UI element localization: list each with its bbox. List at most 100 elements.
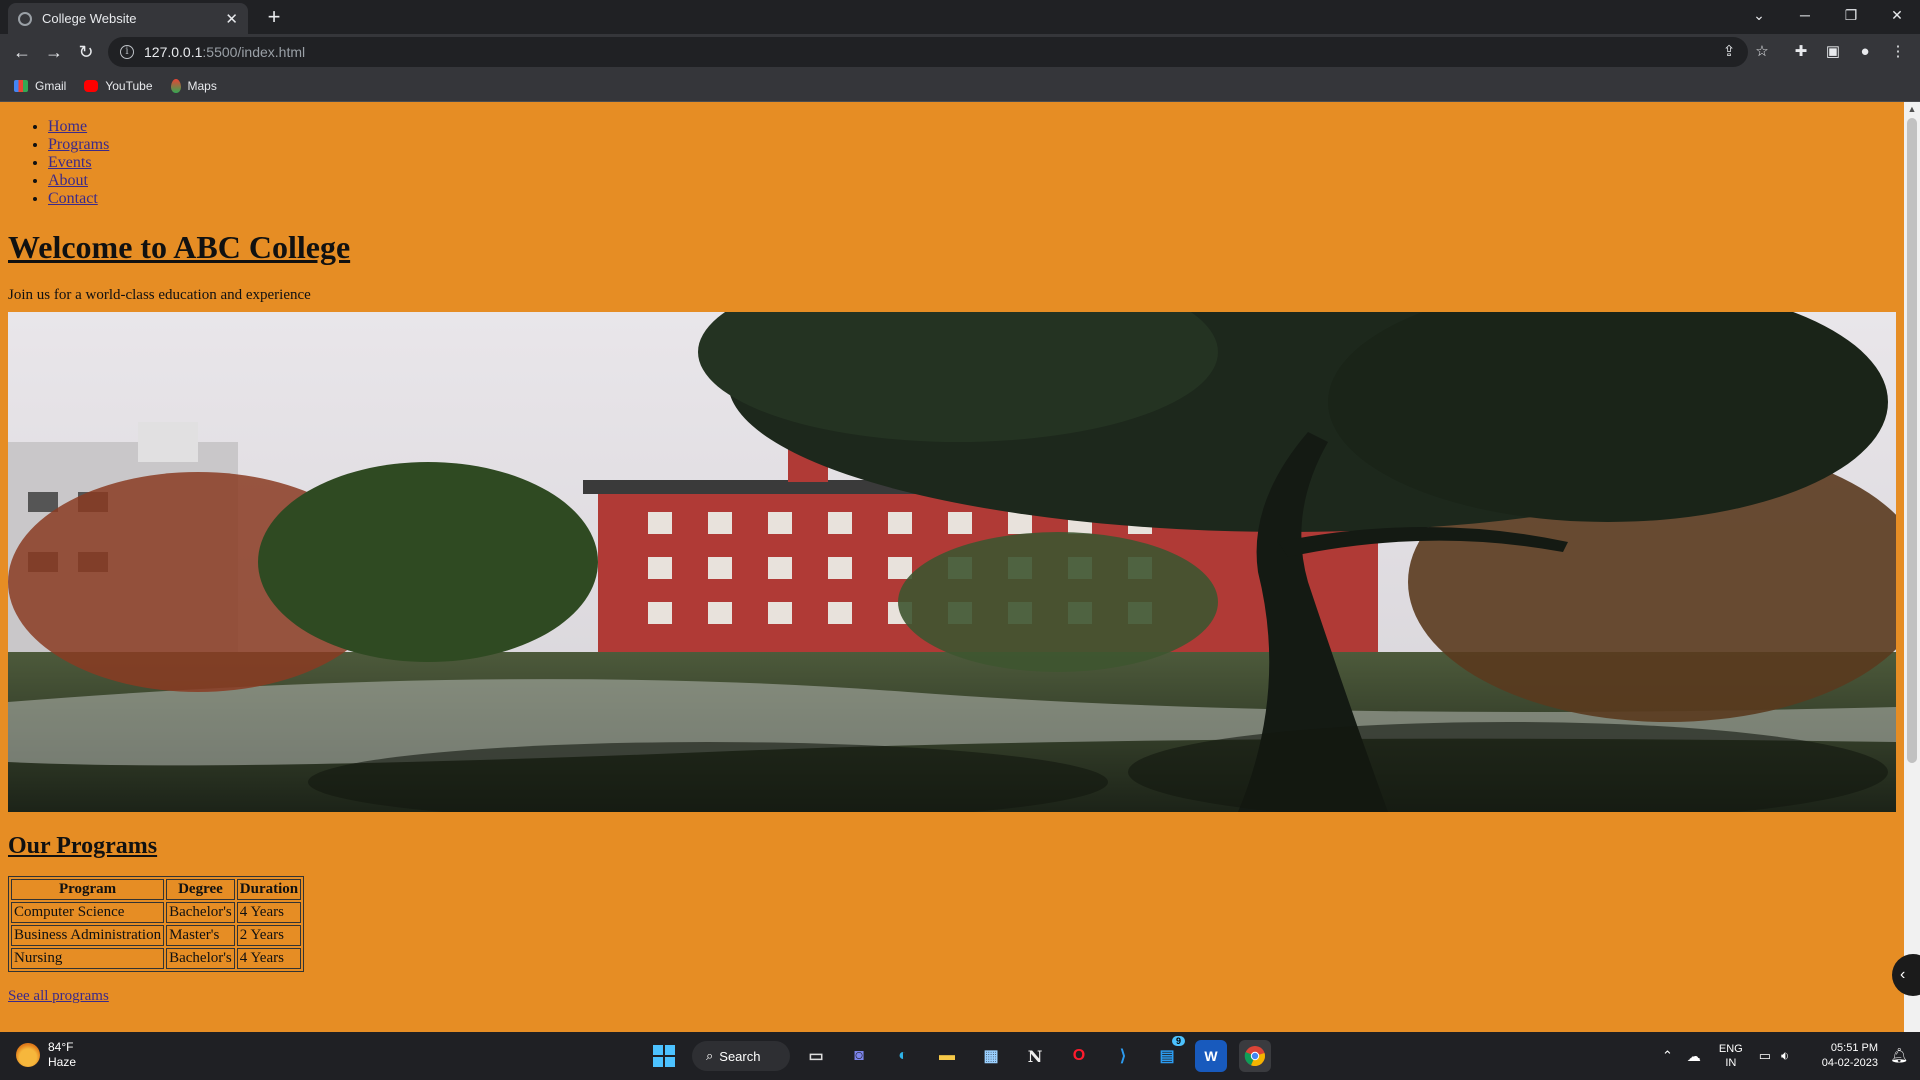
bookmark-star-icon[interactable]: ☆ — [1752, 42, 1772, 62]
bookmark-gmail[interactable]: Gmail — [14, 79, 66, 93]
nav-link-home[interactable]: Home — [48, 118, 87, 135]
new-tab-button[interactable]: + — [260, 4, 288, 30]
programs-table: Program Degree Duration Computer Science… — [8, 876, 305, 972]
haze-sun-icon — [16, 1043, 40, 1067]
browser-toolbar: ← → ↻ i 127.0.0.1:5500/index.html ⇪ ☆ ✚ … — [0, 34, 1920, 70]
nav-link-contact[interactable]: Contact — [48, 190, 98, 207]
lang-region: IN — [1725, 1057, 1737, 1069]
chrome-icon[interactable] — [1239, 1040, 1271, 1072]
back-button[interactable]: ← — [8, 40, 36, 64]
minimize-button[interactable]: ─ — [1782, 0, 1828, 30]
weather-widget[interactable]: 84°F Haze — [16, 1040, 76, 1070]
weather-text: 84°F Haze — [48, 1040, 76, 1070]
extensions-icon[interactable]: ✚ — [1791, 42, 1811, 62]
url-path: :5500/index.html — [202, 44, 306, 60]
weather-temp: 84°F — [48, 1040, 74, 1054]
forward-button[interactable]: → — [40, 40, 68, 64]
nav-link-about[interactable]: About — [48, 172, 88, 189]
teams-chat-icon[interactable]: ◙ — [843, 1040, 875, 1072]
notifications-bell-icon[interactable]: 🔔︎ — [1890, 1047, 1908, 1064]
table-cell: Nursing — [11, 948, 165, 969]
search-label: Search — [719, 1048, 761, 1064]
hero-subtitle: Join us for a world-class education and … — [8, 287, 311, 303]
bookmark-youtube[interactable]: YouTube — [84, 78, 153, 93]
globe-icon — [18, 11, 32, 26]
volume-icon[interactable]: 🔉︎ — [1781, 1048, 1789, 1064]
store-icon[interactable]: ▦ — [975, 1040, 1007, 1072]
page-viewport: Home Programs Events About Contact Welco… — [0, 102, 1920, 1032]
floating-chevron-icon[interactable]: ‹ — [1892, 954, 1920, 996]
bookmark-label: YouTube — [105, 78, 153, 93]
table-cell: 4 Years — [236, 902, 302, 923]
scroll-up-icon[interactable]: ▲ — [1904, 102, 1920, 116]
see-all-programs-link[interactable]: See all programs — [8, 988, 1896, 1005]
restore-button[interactable]: ❐ — [1828, 0, 1874, 30]
maps-icon — [170, 78, 181, 93]
clock[interactable]: 05:51 PM 04-02-2023 — [1822, 1041, 1878, 1071]
table-header-row: Program Degree Duration — [11, 879, 302, 900]
notion-icon[interactable]: N — [1019, 1040, 1051, 1072]
tab-search-icon[interactable]: ⌄ — [1736, 0, 1782, 30]
windows-start-icon[interactable] — [648, 1040, 680, 1072]
lang-code: ENG — [1718, 1043, 1743, 1055]
column-header: Program — [11, 879, 165, 900]
table-row: Business Administration Master's 2 Years — [11, 925, 302, 946]
table-cell: 4 Years — [236, 948, 302, 969]
nav-item-contact: Contact — [48, 190, 1896, 208]
programs-title: Our Programs — [8, 833, 158, 859]
edge-icon[interactable]: ◐ — [887, 1040, 919, 1072]
side-panel-icon[interactable]: ▣ — [1823, 42, 1843, 62]
onedrive-cloud-icon[interactable]: ☁ — [1687, 1048, 1701, 1065]
nav-item-home: Home — [48, 118, 1896, 136]
address-bar[interactable]: i 127.0.0.1:5500/index.html — [108, 37, 1748, 67]
site-nav: Home Programs Events About Contact — [8, 118, 1896, 208]
bookmark-label: Maps — [187, 78, 217, 93]
task-view-icon[interactable]: ▭ — [800, 1040, 832, 1072]
tab-strip: College Website ✕ + ⌄ ─ ❐ ✕ — [0, 0, 1920, 34]
taskbar: 84°F Haze ⌕ Search ▭ ◙ ◐ ▬ ▦ N O ⟩ ▤ 9 W … — [0, 1032, 1920, 1080]
bookmark-label: Gmail — [35, 78, 67, 93]
site-info-icon[interactable]: i — [120, 45, 134, 59]
system-tray: ⌃ ☁ ENG IN ▭ 🔉︎ — [1662, 1032, 1789, 1080]
table-cell: Computer Science — [11, 902, 165, 923]
gmail-icon — [14, 79, 28, 92]
column-header: Duration — [236, 879, 302, 900]
weather-desc: Haze — [48, 1055, 77, 1069]
tab-title: College Website — [42, 11, 137, 26]
opera-icon[interactable]: O — [1063, 1040, 1095, 1072]
file-explorer-icon[interactable]: ▬ — [931, 1040, 963, 1072]
campus-photo — [8, 312, 1896, 812]
word-icon[interactable]: W — [1195, 1040, 1227, 1072]
menu-kebab-icon[interactable]: ⋮ — [1888, 42, 1908, 62]
browser-tab[interactable]: College Website ✕ — [8, 3, 248, 34]
share-icon[interactable]: ⇪ — [1719, 42, 1739, 62]
network-icon[interactable]: ▭ — [1759, 1048, 1771, 1064]
scrollbar-thumb[interactable] — [1907, 118, 1917, 763]
taskbar-search-button[interactable]: ⌕ Search — [692, 1041, 790, 1071]
nav-item-about: About — [48, 172, 1896, 190]
bookmark-maps[interactable]: Maps — [170, 78, 217, 93]
reload-button[interactable]: ↻ — [72, 40, 100, 64]
table-cell: Master's — [166, 925, 235, 946]
table-cell: Bachelor's — [166, 948, 235, 969]
messaging-icon[interactable]: ▤ 9 — [1151, 1036, 1185, 1072]
notification-badge: 9 — [1171, 1036, 1185, 1046]
table-cell: 2 Years — [236, 925, 302, 946]
nav-link-events[interactable]: Events — [48, 154, 92, 171]
nav-item-programs: Programs — [48, 136, 1896, 154]
page-content: Home Programs Events About Contact Welco… — [8, 102, 1896, 1005]
language-indicator[interactable]: ENG IN — [1719, 1042, 1743, 1070]
nav-link-programs[interactable]: Programs — [48, 136, 109, 153]
table-row: Nursing Bachelor's 4 Years — [11, 948, 302, 969]
tab-close-icon[interactable]: ✕ — [225, 10, 238, 28]
clock-time: 05:51 PM — [1830, 1042, 1878, 1054]
vscode-icon[interactable]: ⟩ — [1107, 1040, 1139, 1072]
profile-avatar[interactable]: ● — [1855, 42, 1875, 62]
column-header: Degree — [166, 879, 235, 900]
table-cell: Business Administration — [11, 925, 165, 946]
show-hidden-icons-icon[interactable]: ⌃ — [1662, 1048, 1673, 1064]
table-cell: Bachelor's — [166, 902, 235, 923]
close-window-button[interactable]: ✕ — [1874, 0, 1920, 30]
page-scrollbar[interactable]: ▲ — [1904, 102, 1920, 1032]
nav-item-events: Events — [48, 154, 1896, 172]
